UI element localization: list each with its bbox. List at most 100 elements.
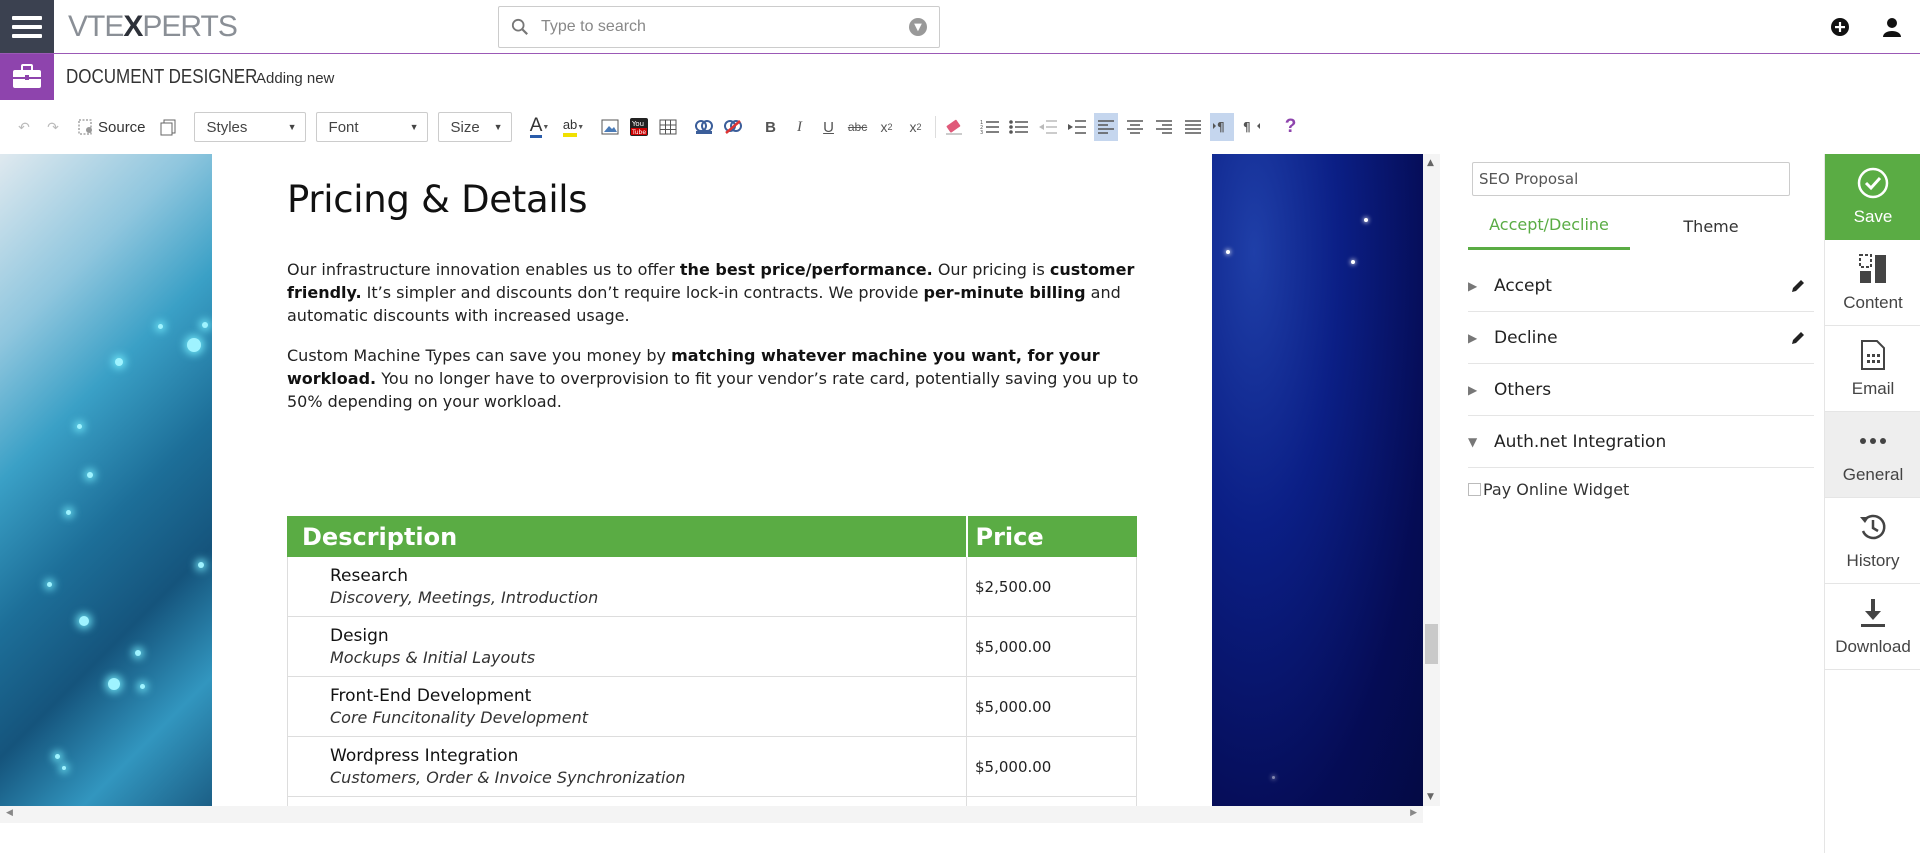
subscript-icon[interactable]: x2 bbox=[875, 113, 899, 141]
section-auth-net-integration[interactable]: ▼ Auth.net Integration bbox=[1468, 416, 1814, 468]
youtube-icon[interactable]: You Tube bbox=[627, 113, 651, 141]
tab-theme[interactable]: Theme bbox=[1630, 202, 1792, 250]
document-name-field[interactable]: SEO Proposal bbox=[1472, 162, 1790, 196]
text-direction-rtl-icon[interactable]: ¶ bbox=[1239, 113, 1263, 141]
superscript-icon[interactable]: x2 bbox=[904, 113, 928, 141]
source-button[interactable]: Source bbox=[77, 113, 146, 141]
item-price: $5,000.00 bbox=[966, 616, 1137, 677]
bold-button[interactable]: B bbox=[759, 113, 783, 141]
styles-dropdown[interactable]: Styles ▼ bbox=[193, 112, 306, 142]
general-button[interactable]: General bbox=[1825, 412, 1920, 498]
table-row[interactable] bbox=[287, 796, 1137, 806]
dropdown-arrow-icon: ▼ bbox=[287, 122, 297, 132]
table-icon[interactable] bbox=[656, 113, 680, 141]
dropdown-arrow-icon: ▼ bbox=[409, 122, 419, 132]
content-button[interactable]: Content bbox=[1825, 240, 1920, 326]
scroll-up-arrow-icon[interactable]: ▲ bbox=[1427, 158, 1434, 168]
pricing-paragraph-2[interactable]: Custom Machine Types can save you money … bbox=[287, 344, 1147, 413]
section-accept[interactable]: ▶ Accept bbox=[1468, 260, 1814, 312]
font-dropdown[interactable]: Font ▼ bbox=[315, 112, 428, 142]
image-icon[interactable] bbox=[598, 113, 622, 141]
breadcrumb-module[interactable]: DOCUMENT DESIGNER bbox=[66, 66, 257, 89]
caret-right-icon: ▶ bbox=[1468, 278, 1478, 293]
history-button[interactable]: History bbox=[1825, 498, 1920, 584]
pricing-table[interactable]: Description Price Research Discovery, Mee… bbox=[287, 516, 1137, 806]
strikethrough-button[interactable]: abc bbox=[846, 113, 870, 141]
email-button[interactable]: Email bbox=[1825, 326, 1920, 412]
search-options-chevron-icon[interactable]: ▼ bbox=[909, 18, 927, 36]
remove-format-icon[interactable] bbox=[942, 113, 966, 141]
vtexperts-logo[interactable]: VTEXPERTS bbox=[68, 10, 238, 44]
global-search-box[interactable]: Type to search ▼ bbox=[498, 6, 940, 48]
templates-icon[interactable] bbox=[156, 113, 180, 141]
text-run: Our infrastructure innovation enables us… bbox=[287, 260, 680, 279]
item-price: $5,000.00 bbox=[966, 676, 1137, 737]
save-button[interactable]: Save bbox=[1825, 154, 1920, 240]
source-icon bbox=[78, 119, 92, 135]
item-title: Design bbox=[330, 625, 389, 646]
description-column-header: Description bbox=[287, 516, 967, 557]
caret-down-icon: ▼ bbox=[1468, 434, 1478, 449]
document-page[interactable]: Pricing & Details Our infrastructure inn… bbox=[212, 154, 1212, 806]
search-input[interactable]: Type to search bbox=[541, 18, 909, 36]
hamburger-menu-icon[interactable] bbox=[0, 0, 54, 53]
table-row[interactable]: Research Discovery, Meetings, Introductio… bbox=[287, 556, 1137, 617]
tab-accept-decline[interactable]: Accept/Decline bbox=[1468, 202, 1630, 250]
scroll-left-arrow-icon[interactable]: ◀ bbox=[6, 808, 13, 818]
history-clock-icon bbox=[1860, 514, 1886, 539]
link-icon[interactable] bbox=[692, 113, 716, 141]
align-left-icon[interactable] bbox=[1093, 113, 1118, 141]
scrollbar-thumb[interactable] bbox=[1425, 624, 1438, 664]
bold-text-run: the best price/performance. bbox=[679, 260, 933, 279]
background-color-icon[interactable]: ab ▼ bbox=[562, 113, 586, 141]
pay-online-widget-checkbox[interactable] bbox=[1468, 483, 1481, 496]
svg-text:¶: ¶ bbox=[1243, 120, 1251, 134]
pencil-edit-icon[interactable] bbox=[1790, 278, 1806, 294]
briefcase-icon[interactable] bbox=[0, 54, 54, 100]
redo-icon[interactable]: ↷ bbox=[41, 113, 65, 141]
unlink-icon[interactable] bbox=[721, 113, 745, 141]
section-decline[interactable]: ▶ Decline bbox=[1468, 312, 1814, 364]
pencil-edit-icon[interactable] bbox=[1790, 330, 1806, 346]
more-dots-icon bbox=[1860, 437, 1886, 444]
text-color-icon[interactable]: A ▼ bbox=[528, 113, 552, 141]
pricing-paragraph-1[interactable]: Our infrastructure innovation enables us… bbox=[287, 258, 1147, 327]
decorative-background-right bbox=[1212, 154, 1423, 806]
document-title[interactable]: Pricing & Details bbox=[287, 178, 588, 221]
table-row[interactable]: Design Mockups & Initial Layouts $5,000.0… bbox=[287, 616, 1137, 677]
numbered-list-icon[interactable]: 123 bbox=[978, 113, 1002, 141]
table-row[interactable]: Front-End Development Core Funcitonality … bbox=[287, 676, 1137, 737]
size-dropdown[interactable]: Size ▼ bbox=[437, 112, 512, 142]
increase-indent-icon[interactable] bbox=[1065, 113, 1089, 141]
user-profile-icon[interactable] bbox=[1881, 16, 1903, 38]
svg-text:Tube: Tube bbox=[631, 129, 646, 136]
text-direction-ltr-icon[interactable]: ¶ bbox=[1209, 113, 1234, 141]
section-label: Auth.net Integration bbox=[1494, 431, 1667, 452]
panel-tabs: Accept/Decline Theme bbox=[1468, 202, 1792, 250]
editor-vertical-scrollbar[interactable]: ▲ ▼ bbox=[1423, 154, 1440, 806]
align-right-icon[interactable] bbox=[1152, 113, 1176, 141]
decorative-background-left bbox=[0, 154, 212, 806]
editor-horizontal-scrollbar[interactable]: ◀ ▶ bbox=[0, 806, 1423, 823]
download-button[interactable]: Download bbox=[1825, 584, 1920, 670]
scroll-right-arrow-icon[interactable]: ▶ bbox=[1410, 808, 1417, 818]
bulleted-list-icon[interactable] bbox=[1007, 113, 1031, 141]
undo-icon[interactable]: ↶ bbox=[12, 113, 36, 141]
pay-online-widget-option[interactable]: Pay Online Widget bbox=[1468, 480, 1629, 499]
content-blocks-icon bbox=[1859, 253, 1886, 283]
item-subtitle: Mockups & Initial Layouts bbox=[330, 647, 536, 667]
justify-icon[interactable] bbox=[1181, 113, 1205, 141]
table-row[interactable]: Wordpress Integration Customers, Order & … bbox=[287, 736, 1137, 797]
help-icon[interactable]: ? bbox=[1279, 113, 1303, 141]
italic-button[interactable]: I bbox=[788, 113, 812, 141]
add-plus-icon[interactable] bbox=[1829, 16, 1851, 38]
scroll-down-arrow-icon[interactable]: ▼ bbox=[1427, 792, 1434, 802]
underline-button[interactable]: U bbox=[817, 113, 841, 141]
search-icon bbox=[511, 18, 528, 35]
decrease-indent-icon[interactable] bbox=[1036, 113, 1060, 141]
section-others[interactable]: ▶ Others bbox=[1468, 364, 1814, 416]
document-editor[interactable]: Pricing & Details Our infrastructure inn… bbox=[0, 154, 1430, 806]
text-run: It’s simpler and discounts don’t require… bbox=[361, 283, 924, 302]
text-run: You no longer have to overprovision to f… bbox=[287, 369, 1139, 411]
align-center-icon[interactable] bbox=[1123, 113, 1147, 141]
